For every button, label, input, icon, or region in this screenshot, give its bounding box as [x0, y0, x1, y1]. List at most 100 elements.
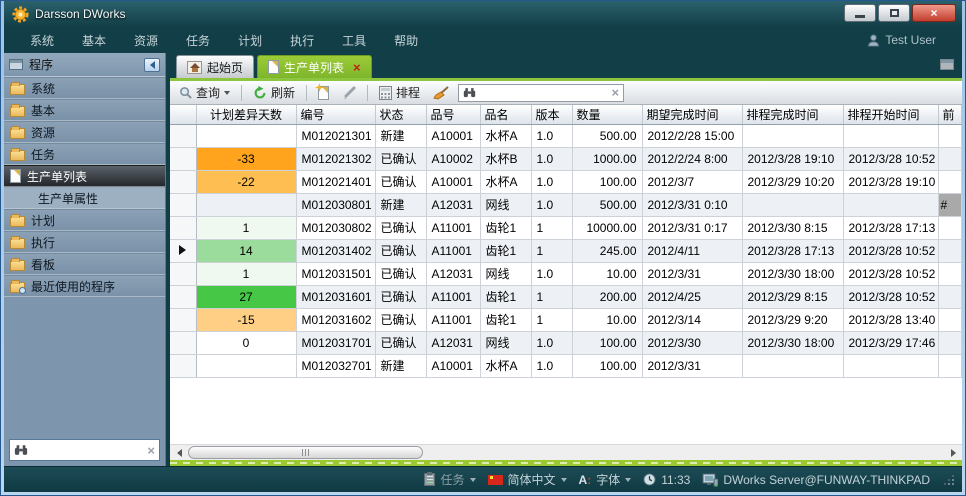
- cell-extra[interactable]: #: [938, 193, 962, 216]
- cell-extra[interactable]: [938, 170, 962, 193]
- sidebar-item-recent-programs[interactable]: 最近使用的程序: [4, 275, 165, 297]
- cell-due-time[interactable]: 2012/3/31: [642, 354, 742, 377]
- row-selector[interactable]: [170, 239, 196, 262]
- cell-status[interactable]: 新建: [375, 354, 426, 377]
- table-row[interactable]: M012032701新建A10001水杯A1.0100.002012/3/31: [170, 354, 962, 377]
- sidebar-item-execute[interactable]: 执行: [4, 231, 165, 253]
- cell-item-name[interactable]: 网线: [480, 262, 531, 285]
- scroll-left-button[interactable]: [172, 446, 186, 460]
- cell-version[interactable]: 1.0: [531, 262, 572, 285]
- cell-sched-start-time[interactable]: 2012/3/28 19:10: [843, 170, 938, 193]
- cell-plan-diff-days[interactable]: -33: [196, 147, 296, 170]
- sidebar-item-production-order-list[interactable]: 生产单列表: [4, 165, 165, 187]
- table-row[interactable]: 1M012031501已确认A12031网线1.010.002012/3/312…: [170, 262, 962, 285]
- cell-item-name[interactable]: 齿轮1: [480, 308, 531, 331]
- cell-sched-end-time[interactable]: [742, 354, 843, 377]
- row-selector[interactable]: [170, 331, 196, 354]
- cell-item-no[interactable]: A12031: [426, 262, 480, 285]
- row-selector[interactable]: [170, 285, 196, 308]
- close-button[interactable]: ×: [912, 4, 956, 22]
- cell-extra[interactable]: [938, 216, 962, 239]
- resize-grip[interactable]: [944, 475, 954, 485]
- row-selector[interactable]: [170, 308, 196, 331]
- row-selector[interactable]: [170, 124, 196, 147]
- menu-item-help[interactable]: 帮助: [380, 27, 432, 53]
- table-row[interactable]: -33M012021302已确认A10002水杯B1.01000.002012/…: [170, 147, 962, 170]
- cell-item-name[interactable]: 水杯A: [480, 354, 531, 377]
- cell-due-time[interactable]: 2012/3/30: [642, 331, 742, 354]
- cell-qty[interactable]: 200.00: [572, 285, 642, 308]
- sidebar-item-plan[interactable]: 计划: [4, 209, 165, 231]
- cell-due-time[interactable]: 2012/3/31 0:10: [642, 193, 742, 216]
- cell-plan-diff-days[interactable]: 0: [196, 331, 296, 354]
- tab-close-icon[interactable]: ×: [353, 61, 361, 74]
- cell-order-no[interactable]: M012021401: [296, 170, 375, 193]
- schedule-button[interactable]: 排程: [375, 83, 424, 102]
- cell-qty[interactable]: 10000.00: [572, 216, 642, 239]
- table-row[interactable]: 27M012031601已确认A11001齿轮11200.002012/4/25…: [170, 285, 962, 308]
- sidebar-item-basic[interactable]: 基本: [4, 99, 165, 121]
- cell-plan-diff-days[interactable]: 27: [196, 285, 296, 308]
- cell-order-no[interactable]: M012031601: [296, 285, 375, 308]
- table-row[interactable]: -15M012031602已确认A11001齿轮1110.002012/3/14…: [170, 308, 962, 331]
- cell-item-no[interactable]: A10001: [426, 124, 480, 147]
- cell-version[interactable]: 1.0: [531, 147, 572, 170]
- menu-item-resource[interactable]: 资源: [120, 27, 172, 53]
- cell-sched-start-time[interactable]: 2012/3/28 10:52: [843, 262, 938, 285]
- table-row[interactable]: 14M012031402已确认A11001齿轮11245.002012/4/11…: [170, 239, 962, 262]
- cell-item-name[interactable]: 水杯A: [480, 170, 531, 193]
- cell-item-no[interactable]: A10002: [426, 147, 480, 170]
- sidebar-item-kanban[interactable]: 看板: [4, 253, 165, 275]
- cell-qty[interactable]: 100.00: [572, 331, 642, 354]
- edit-button[interactable]: [338, 85, 360, 101]
- row-selector[interactable]: [170, 193, 196, 216]
- cell-sched-start-time[interactable]: 2012/3/28 13:40: [843, 308, 938, 331]
- cell-plan-diff-days[interactable]: [196, 354, 296, 377]
- scrollbar-track[interactable]: [186, 446, 946, 460]
- cell-status[interactable]: 新建: [375, 124, 426, 147]
- cell-item-no[interactable]: A11001: [426, 308, 480, 331]
- sidebar-item-system[interactable]: 系统: [4, 77, 165, 99]
- col-sched-start-time[interactable]: 排程开始时间: [843, 105, 938, 124]
- task-status-dropdown[interactable]: 任务: [424, 471, 475, 488]
- cell-sched-start-time[interactable]: 2012/3/28 10:52: [843, 147, 938, 170]
- cell-status[interactable]: 已确认: [375, 216, 426, 239]
- col-order-no[interactable]: 编号: [296, 105, 375, 124]
- scrollbar-thumb[interactable]: [188, 446, 423, 459]
- cell-sched-end-time[interactable]: 2012/3/30 18:00: [742, 262, 843, 285]
- cell-sched-start-time[interactable]: 2012/3/28 10:52: [843, 239, 938, 262]
- row-selector[interactable]: [170, 147, 196, 170]
- tab-production-order-list[interactable]: 生产单列表 ×: [257, 55, 372, 78]
- refresh-button[interactable]: 刷新: [249, 83, 299, 102]
- cell-due-time[interactable]: 2012/3/14: [642, 308, 742, 331]
- cell-item-no[interactable]: A12031: [426, 193, 480, 216]
- cell-qty[interactable]: 100.00: [572, 354, 642, 377]
- col-plan-diff-days[interactable]: 计划差异天数: [196, 105, 296, 124]
- corner-header[interactable]: [170, 105, 196, 124]
- sidebar-item-production-order-props[interactable]: 生产单属性: [4, 187, 165, 209]
- menu-item-tools[interactable]: 工具: [328, 27, 380, 53]
- cell-due-time[interactable]: 2012/3/7: [642, 170, 742, 193]
- cell-due-time[interactable]: 2012/2/24 8:00: [642, 147, 742, 170]
- cell-version[interactable]: 1: [531, 216, 572, 239]
- col-item-no[interactable]: 品号: [426, 105, 480, 124]
- cell-due-time[interactable]: 2012/3/31: [642, 262, 742, 285]
- cell-order-no[interactable]: M012030801: [296, 193, 375, 216]
- col-clipped[interactable]: 前: [938, 105, 962, 124]
- cell-qty[interactable]: 10.00: [572, 308, 642, 331]
- menu-item-execute[interactable]: 执行: [276, 27, 328, 53]
- cell-version[interactable]: 1.0: [531, 331, 572, 354]
- cell-sched-end-time[interactable]: [742, 193, 843, 216]
- sidebar-search-input[interactable]: [32, 443, 143, 457]
- cell-status[interactable]: 已确认: [375, 308, 426, 331]
- cell-version[interactable]: 1.0: [531, 124, 572, 147]
- font-dropdown[interactable]: A: 字体: [579, 471, 632, 488]
- cell-due-time[interactable]: 2012/4/11: [642, 239, 742, 262]
- col-version[interactable]: 版本: [531, 105, 572, 124]
- cell-status[interactable]: 已确认: [375, 147, 426, 170]
- cell-status[interactable]: 已确认: [375, 170, 426, 193]
- cell-version[interactable]: 1.0: [531, 354, 572, 377]
- table-row[interactable]: 1M012030802已确认A11001齿轮1110000.002012/3/3…: [170, 216, 962, 239]
- col-due-time[interactable]: 期望完成时间: [642, 105, 742, 124]
- cell-item-no[interactable]: A10001: [426, 354, 480, 377]
